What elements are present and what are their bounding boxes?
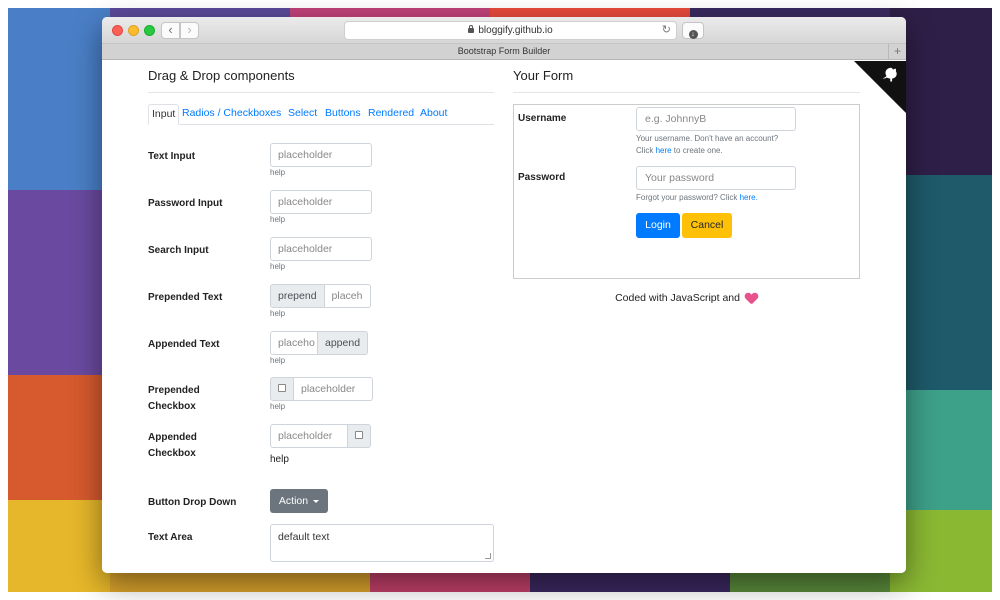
- text-input-help: help: [270, 168, 286, 177]
- search-input-help: help: [270, 262, 286, 271]
- minimize-window-button[interactable]: [128, 25, 139, 36]
- resize-handle-icon[interactable]: [485, 553, 491, 559]
- appended-text-label: Appended Text: [148, 339, 220, 350]
- login-button[interactable]: Login: [636, 213, 680, 238]
- action-dropdown-button[interactable]: Action: [270, 489, 328, 513]
- password-help: Forgot your password? Click here.: [636, 193, 758, 202]
- appended-checkbox-help: help: [270, 454, 289, 465]
- tab-rendered[interactable]: Rendered: [368, 104, 414, 125]
- component-tabs: Input Radios / Checkboxes Select Buttons…: [148, 104, 494, 125]
- text-input-field[interactable]: placeholder: [270, 143, 372, 167]
- password-input[interactable]: Your password: [636, 166, 796, 190]
- tab-buttons[interactable]: Buttons: [325, 104, 361, 125]
- checkbox[interactable]: [355, 431, 363, 439]
- zoom-window-button[interactable]: [144, 25, 155, 36]
- prepend-checkbox-addon: [270, 377, 294, 401]
- password-label: Password: [518, 172, 566, 183]
- username-label: Username: [518, 113, 567, 124]
- divider: [148, 92, 494, 93]
- prepended-text-label: Prepended Text: [148, 292, 223, 303]
- appended-checkbox-group: placeholder: [270, 424, 371, 448]
- prepended-text-help: help: [270, 309, 286, 318]
- password-input-field[interactable]: placeholder: [270, 190, 372, 214]
- tab-title[interactable]: Bootstrap Form Builder: [458, 46, 551, 56]
- address-bar[interactable]: bloggify.github.io ↻: [344, 21, 677, 40]
- search-input-field[interactable]: placeholder: [270, 237, 372, 261]
- forward-button[interactable]: ›: [180, 22, 199, 39]
- components-title: Drag & Drop components: [148, 68, 295, 83]
- form-title: Your Form: [513, 68, 574, 83]
- password-input-label: Password Input: [148, 198, 223, 209]
- prepended-checkbox-help: help: [270, 402, 286, 411]
- forgot-password-link[interactable]: here.: [740, 193, 758, 202]
- github-octocat-icon[interactable]: [880, 65, 902, 87]
- username-help: Your username. Don't have an account? Cl…: [636, 134, 779, 155]
- download-icon: ↓: [688, 30, 698, 39]
- tab-bar: Bootstrap Form Builder +: [102, 44, 906, 60]
- caret-down-icon: [313, 499, 320, 503]
- reload-icon[interactable]: ↻: [662, 22, 671, 39]
- form-canvas[interactable]: Username e.g. JohnnyB Your username. Don…: [513, 104, 860, 279]
- prepended-text-field[interactable]: placeh: [324, 284, 371, 308]
- tab-radios-checkboxes[interactable]: Radios / Checkboxes: [182, 104, 281, 125]
- appended-text-group: placeho append: [270, 331, 369, 355]
- text-area-label: Text Area: [148, 532, 193, 543]
- footer-text: Coded with JavaScript and: [513, 292, 860, 304]
- title-bar: ‹ › bloggify.github.io ↻ ↓: [102, 17, 906, 44]
- page-content: Drag & Drop components Input Radios / Ch…: [102, 61, 906, 573]
- tab-about[interactable]: About: [420, 104, 447, 125]
- lock-icon: [468, 25, 475, 33]
- button-drop-down-label: Button Drop Down: [148, 497, 237, 508]
- close-window-button[interactable]: [112, 25, 123, 36]
- appended-checkbox-label: Appended Checkbox: [148, 432, 197, 459]
- tab-input[interactable]: Input: [148, 104, 180, 125]
- divider: [513, 92, 860, 93]
- password-input-help: help: [270, 215, 286, 224]
- text-input-label: Text Input: [148, 151, 196, 162]
- append-checkbox-addon: [348, 424, 371, 448]
- prepended-checkbox-field[interactable]: placeholder: [294, 377, 373, 401]
- appended-text-help: help: [270, 356, 286, 365]
- appended-text-field[interactable]: placeho: [270, 331, 318, 355]
- append-addon: append: [318, 331, 369, 355]
- back-button[interactable]: ‹: [161, 22, 180, 39]
- cancel-button[interactable]: Cancel: [682, 213, 732, 238]
- downloads-button[interactable]: ↓: [682, 22, 704, 39]
- appended-checkbox-field[interactable]: placeholder: [270, 424, 348, 448]
- url-text: bloggify.github.io: [478, 25, 553, 36]
- prepended-checkbox-label: Prepended Checkbox: [148, 385, 200, 412]
- username-input[interactable]: e.g. JohnnyB: [636, 107, 796, 131]
- checkbox[interactable]: [278, 384, 286, 392]
- search-input-label: Search Input: [148, 245, 209, 256]
- text-area-field[interactable]: default text: [270, 524, 494, 562]
- heart-icon: [745, 293, 758, 304]
- prepended-text-group: prepend placeh: [270, 284, 371, 308]
- tab-select[interactable]: Select: [288, 104, 317, 125]
- prepended-checkbox-group: placeholder: [270, 377, 373, 401]
- create-account-link[interactable]: here: [656, 146, 672, 155]
- new-tab-button[interactable]: +: [888, 44, 906, 59]
- browser-window: ‹ › bloggify.github.io ↻ ↓ Bootstrap For…: [102, 17, 906, 573]
- prepend-addon: prepend: [270, 284, 325, 308]
